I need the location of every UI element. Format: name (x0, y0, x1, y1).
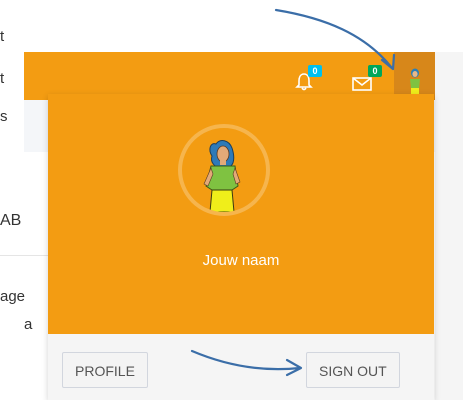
bg-fragment: a (24, 316, 33, 333)
divider (0, 255, 48, 256)
bg-fragment: s (0, 108, 8, 125)
user-name: Jouw naam (202, 252, 280, 269)
user-image (178, 124, 270, 216)
user-menu-dropdown: Jouw naam PROFILE SIGN OUT (48, 94, 434, 400)
sign-out-button[interactable]: SIGN OUT (306, 352, 400, 388)
woman-avatar-icon (203, 140, 241, 212)
messages-button[interactable]: 0 (346, 52, 386, 100)
notifications-badge: 0 (308, 65, 322, 77)
notifications-button[interactable]: 0 (286, 52, 326, 100)
messages-badge: 0 (368, 65, 382, 77)
user-menu-toggle[interactable] (394, 52, 435, 100)
profile-button[interactable]: PROFILE (62, 352, 148, 388)
page-edge (435, 52, 463, 400)
bg-fragment: t (0, 70, 5, 87)
user-avatar-icon (410, 68, 420, 95)
bg-fragment: AB (0, 212, 22, 229)
top-navbar: 0 0 (24, 52, 435, 100)
user-header: Jouw naam (48, 94, 434, 334)
user-footer: PROFILE SIGN OUT (48, 334, 434, 400)
bg-fragment: t (0, 28, 5, 45)
envelope-icon (352, 77, 372, 91)
bg-fragment: age (0, 288, 26, 305)
